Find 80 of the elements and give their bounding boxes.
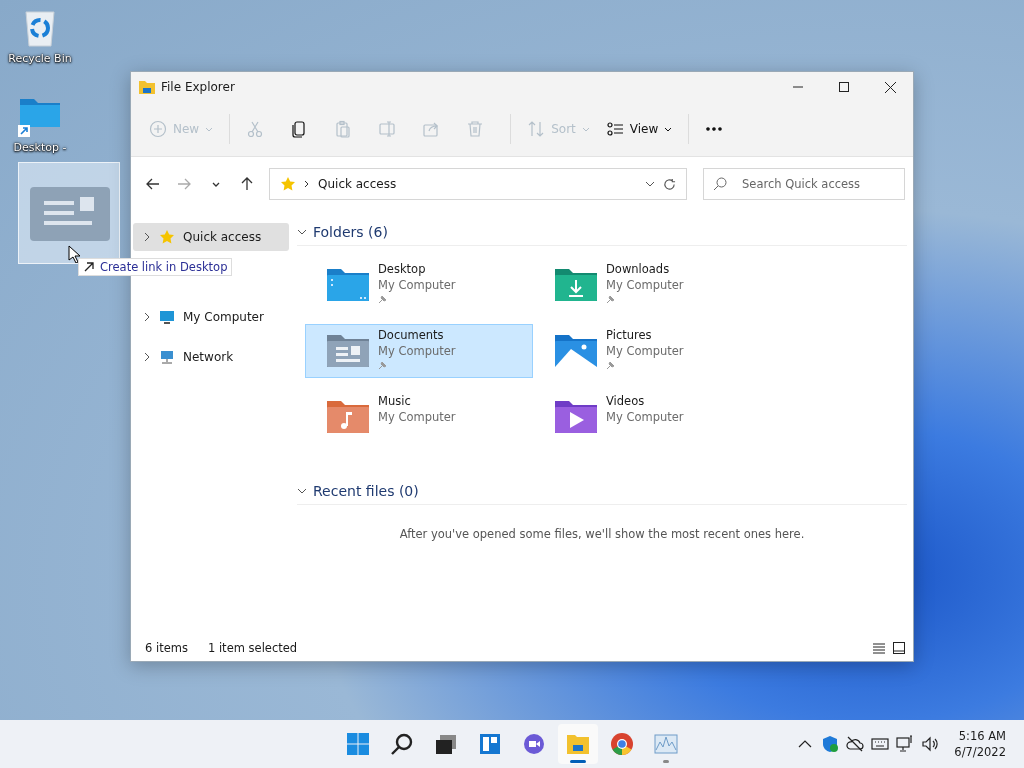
- chevron-icon: [297, 228, 307, 236]
- folder-location: My Computer: [606, 344, 684, 358]
- widgets-icon: [478, 732, 502, 756]
- search-icon: [390, 732, 414, 756]
- folder-icon: [554, 267, 598, 303]
- tiles-view-icon[interactable]: [893, 642, 905, 654]
- monitor-icon: [159, 309, 175, 325]
- folder-tile[interactable]: Pictures My Computer: [533, 324, 761, 378]
- windows-logo-icon: [346, 732, 370, 756]
- network-icon: [159, 349, 175, 365]
- arrow-right-icon: [177, 177, 192, 191]
- keyboard-tray-icon[interactable]: [871, 735, 890, 753]
- chart-window-icon: [654, 732, 678, 756]
- arrow-up-icon: [240, 177, 255, 191]
- caret-icon: [581, 126, 590, 132]
- folder-location: My Computer: [606, 410, 684, 424]
- chevron-icon: [297, 487, 307, 495]
- folder-tile[interactable]: Documents My Computer: [305, 324, 533, 378]
- dropdown-icon[interactable]: [645, 181, 655, 187]
- folder-location: My Computer: [378, 344, 456, 358]
- folder-tile[interactable]: Downloads My Computer: [533, 258, 761, 312]
- refresh-icon[interactable]: [663, 177, 676, 191]
- folder-location: My Computer: [378, 410, 456, 424]
- folder-icon: [554, 333, 598, 369]
- chevron-right-icon: [304, 180, 310, 188]
- chevron-icon[interactable]: [143, 312, 151, 322]
- folder-tile[interactable]: Desktop My Computer: [305, 258, 533, 312]
- browser-icon: [610, 732, 634, 756]
- selection-count: 1 item selected: [207, 641, 298, 655]
- cloud-tray-icon[interactable]: [846, 735, 865, 753]
- folder-icon: [326, 333, 370, 369]
- details-view-icon[interactable]: [873, 642, 885, 654]
- shortcut-arrow-icon: [83, 261, 95, 273]
- view-button[interactable]: View: [599, 111, 679, 147]
- clock-date[interactable]: 6/7/2022: [954, 744, 1006, 760]
- folder-icon: [554, 399, 598, 435]
- arrow-left-icon: [145, 177, 160, 191]
- caret-icon: [205, 126, 214, 132]
- section-header[interactable]: Recent files (0): [297, 480, 907, 505]
- clock-time[interactable]: 5:16 AM: [958, 728, 1006, 744]
- folder-icon: [139, 80, 155, 94]
- recycle-bin-icon[interactable]: [22, 8, 58, 48]
- chevron-icon[interactable]: [143, 232, 151, 242]
- close-icon: [884, 81, 896, 93]
- shield-tray-icon[interactable]: [821, 735, 840, 753]
- folder-tile[interactable]: Music My Computer: [305, 390, 533, 444]
- tooltip-text: Create link in Desktop: [100, 260, 228, 274]
- caret-icon: [664, 126, 673, 132]
- item-count: 6 items: [145, 641, 188, 655]
- folder-icon: [566, 732, 590, 756]
- search-field[interactable]: Search Quick access: [703, 168, 905, 200]
- folder-name: Pictures: [606, 328, 653, 342]
- folder-location: My Computer: [378, 278, 456, 292]
- chevron-icon[interactable]: [143, 352, 151, 362]
- sidebar-item[interactable]: Network: [133, 343, 289, 371]
- address-location: Quick access: [318, 177, 397, 191]
- network-tray-icon[interactable]: [896, 735, 915, 753]
- window-title: File Explorer: [161, 80, 235, 94]
- folder-location: My Computer: [606, 278, 684, 292]
- empty-message: After you've opened some files, we'll show the most recent ones here.: [398, 527, 806, 541]
- folder-name: Documents: [378, 328, 445, 342]
- folder-icon: [326, 267, 370, 303]
- section-header[interactable]: Folders (6): [297, 221, 907, 246]
- folder-name: Downloads: [606, 262, 671, 276]
- folder-name: Videos: [606, 394, 646, 408]
- maximize-icon: [839, 82, 849, 92]
- explorer-taskbar-button[interactable]: [558, 724, 598, 764]
- sidebar-item[interactable]: Quick access: [133, 223, 289, 251]
- star-icon: [159, 229, 175, 245]
- volume-tray-icon[interactable]: [921, 735, 940, 753]
- folder-name: Music: [378, 394, 412, 408]
- sidebar-item[interactable]: My Computer: [133, 303, 289, 331]
- folder-name: Desktop: [378, 262, 427, 276]
- chat-icon: [522, 732, 546, 756]
- address-bar[interactable]: Quick access: [269, 168, 687, 200]
- search-icon: [713, 177, 727, 191]
- task-view-icon: [434, 732, 458, 756]
- folder-icon: [326, 399, 370, 435]
- folder-tile[interactable]: Videos My Computer: [533, 390, 761, 444]
- star-icon: [280, 176, 296, 192]
